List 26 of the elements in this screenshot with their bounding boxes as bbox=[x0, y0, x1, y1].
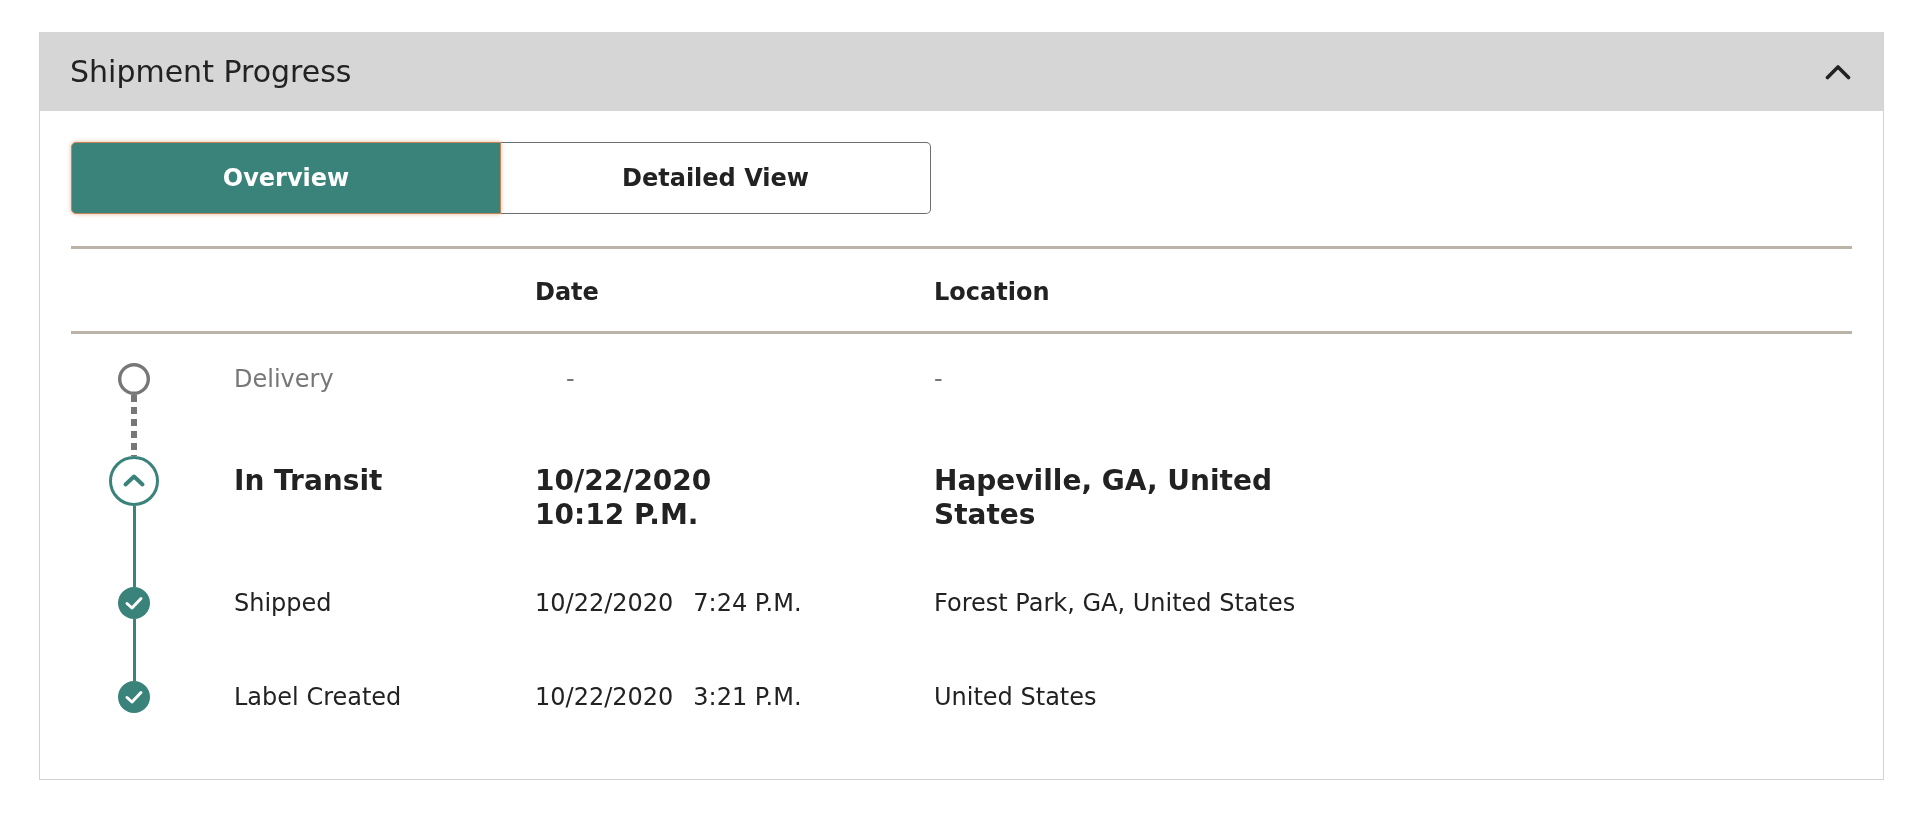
status-label: Delivery bbox=[234, 364, 334, 394]
date-text: 10/22/2020 bbox=[535, 682, 674, 712]
tab[interactable]: Detailed View bbox=[501, 142, 931, 214]
tab[interactable]: Overview bbox=[71, 142, 501, 214]
chevron-circle-icon bbox=[109, 456, 159, 506]
empty-circle-icon bbox=[118, 363, 150, 395]
location-text: Forest Park, GA, United States bbox=[934, 588, 1296, 618]
status-label: Shipped bbox=[234, 588, 332, 618]
check-circle-icon bbox=[118, 681, 150, 713]
time-text: 3:21 P.M. bbox=[693, 682, 802, 712]
time-text: 10:12 P.M. bbox=[535, 498, 700, 532]
date-text: 10/22/2020 bbox=[535, 588, 674, 618]
date-text: - bbox=[566, 364, 575, 394]
status-label: Label Created bbox=[234, 682, 402, 712]
chevron-up-icon bbox=[1825, 63, 1851, 80]
location-text: United States bbox=[934, 682, 1097, 712]
connector-line bbox=[132, 619, 136, 681]
date-text: 10/22/2020 bbox=[535, 464, 712, 498]
location-text: - bbox=[934, 364, 943, 394]
check-circle-icon bbox=[118, 587, 150, 619]
location-text: Hapeville, GA, United States bbox=[934, 464, 1274, 532]
column-header: Date bbox=[535, 277, 599, 307]
time-text: 7:24 P.M. bbox=[693, 588, 802, 618]
column-header: Location bbox=[934, 277, 1050, 307]
status-label: In Transit bbox=[234, 464, 383, 498]
panel-title: Shipment Progress bbox=[70, 53, 352, 90]
